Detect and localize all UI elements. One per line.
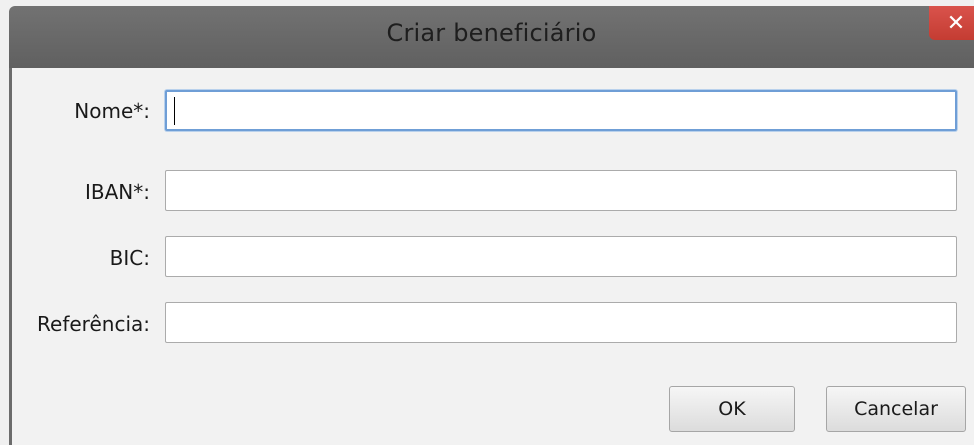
bic-label: BIC: — [109, 246, 150, 270]
dialog-window: Criar beneficiário ✕ Nome*: IBAN*: BIC: … — [0, 0, 974, 445]
name-label: Nome*: — [74, 99, 150, 123]
cancel-button[interactable]: Cancelar — [826, 386, 966, 432]
reference-field[interactable] — [165, 302, 957, 343]
reference-label: Referência: — [37, 312, 150, 336]
bic-field[interactable] — [165, 236, 957, 277]
close-icon: ✕ — [946, 10, 966, 36]
close-button[interactable]: ✕ — [929, 6, 974, 40]
name-field[interactable] — [165, 90, 957, 131]
dialog-title: Criar beneficiário — [386, 19, 597, 47]
text-caret — [174, 97, 175, 125]
iban-label: IBAN*: — [85, 180, 150, 204]
ok-button[interactable]: OK — [669, 386, 795, 432]
iban-field[interactable] — [165, 170, 957, 211]
dialog-titlebar[interactable]: Criar beneficiário ✕ — [9, 6, 974, 68]
